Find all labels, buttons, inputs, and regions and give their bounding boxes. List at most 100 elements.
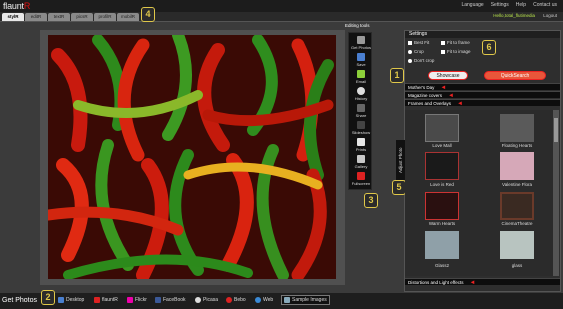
share-icon xyxy=(357,104,365,112)
thumb-label: glass xyxy=(511,263,523,268)
thumb-label: Glass2 xyxy=(434,263,449,268)
tool-gallery[interactable]: Gallery xyxy=(351,155,371,169)
thumbnail-scrollbar[interactable] xyxy=(553,110,559,276)
arrow-left-icon: ◄ xyxy=(457,101,463,107)
thumb-glass[interactable] xyxy=(500,231,534,259)
tool-save[interactable]: Save xyxy=(351,53,371,67)
tool-prints[interactable]: Prints xyxy=(351,138,371,152)
callout-badge-2: 2 xyxy=(41,290,55,305)
tab-textr[interactable]: textR xyxy=(48,13,70,21)
camera-icon xyxy=(357,36,365,44)
tabs-bar: stylR editR textR picsR profilR mobilR xyxy=(0,12,563,22)
scroll-thumb[interactable] xyxy=(554,118,558,142)
showcase-button[interactable]: Showcase xyxy=(428,71,468,80)
source-sample-images[interactable]: Sample Images xyxy=(281,295,330,305)
thumb-cinematheatre[interactable] xyxy=(500,192,534,220)
slideshow-icon xyxy=(357,121,365,129)
checkbox-icon xyxy=(441,40,445,45)
email-icon xyxy=(357,70,365,78)
source-bebo[interactable]: Bebo xyxy=(226,297,246,303)
tool-fullscreen[interactable]: Fullscreen xyxy=(351,172,371,186)
callout-badge-6: 6 xyxy=(482,40,496,55)
save-icon xyxy=(357,53,365,61)
thumb-label: Love Mall xyxy=(432,143,452,148)
history-icon xyxy=(357,87,365,95)
desktop-icon xyxy=(58,297,64,303)
source-web[interactable]: Web xyxy=(255,297,273,303)
thumb-label: Valentine Flora xyxy=(502,182,532,187)
radio-icon xyxy=(408,49,412,54)
flauntr-logo[interactable]: flauntR xyxy=(3,1,30,11)
tab-stylr[interactable]: stylR xyxy=(2,13,24,21)
flauntr-app: { "app": {"logo_text": "flaunt", "logo_a… xyxy=(0,0,563,309)
chili-image xyxy=(48,35,336,279)
menu-language[interactable]: Language xyxy=(461,2,483,8)
quicksearch-button[interactable]: QuickSearch xyxy=(484,71,546,80)
menu-settings[interactable]: Settings xyxy=(491,2,509,8)
tool-strip: Get Photos Save Email History Share Slid… xyxy=(348,32,372,190)
logout-link[interactable]: Logout xyxy=(543,13,557,18)
category-mothers-day[interactable]: Mother's Day ◄ xyxy=(405,83,560,91)
option-dont-crop[interactable]: Don't crop xyxy=(408,58,434,63)
option-fit-to-image[interactable]: Fit to image xyxy=(441,49,471,54)
settings-header[interactable]: Settings xyxy=(405,31,560,38)
bebo-icon xyxy=(226,297,232,303)
tool-history[interactable]: History xyxy=(351,87,371,101)
callout-badge-5: 5 xyxy=(392,180,406,195)
gallery-icon xyxy=(357,155,365,163)
tool-slideshow[interactable]: Slideshow xyxy=(351,121,371,135)
tool-share[interactable]: Share xyxy=(351,104,371,118)
thumb-love-is-red[interactable] xyxy=(425,152,459,180)
callout-badge-1: 1 xyxy=(390,68,404,83)
thumb-warm-hearts[interactable] xyxy=(425,192,459,220)
flickr-icon xyxy=(127,297,133,303)
chili-photo[interactable] xyxy=(48,35,336,279)
prints-icon xyxy=(357,138,365,146)
source-facebook[interactable]: FaceBook xyxy=(155,297,186,303)
arrow-left-icon: ◄ xyxy=(469,280,476,286)
tab-editr[interactable]: editR xyxy=(25,13,47,21)
source-flickr[interactable]: Flickr xyxy=(127,297,147,303)
source-flauntr[interactable]: flauntR xyxy=(94,297,118,303)
thumb-label: Love is Red xyxy=(430,182,454,187)
tool-get-photos[interactable]: Get Photos xyxy=(351,36,371,50)
thumb-glass2[interactable] xyxy=(425,231,459,259)
category-distortions[interactable]: Distortions and Light effects ◄ xyxy=(405,278,560,286)
picasa-icon xyxy=(195,297,201,303)
callout-badge-3: 3 xyxy=(364,193,378,208)
editing-tools-title: Editing tools xyxy=(345,23,370,28)
source-picasa[interactable]: Picasa xyxy=(195,297,218,303)
fullscreen-icon xyxy=(357,172,365,180)
top-menu: Language Settings Help Contact us xyxy=(461,2,557,8)
menu-help[interactable]: Help xyxy=(516,2,526,8)
checkbox-icon xyxy=(408,40,412,45)
tool-email[interactable]: Email xyxy=(351,70,371,84)
settings-title: Settings xyxy=(409,31,428,37)
source-desktop[interactable]: Desktop xyxy=(58,297,84,303)
globe-icon xyxy=(255,297,261,303)
images-icon xyxy=(284,297,290,303)
hello-user: Hello,total_flutimedia xyxy=(493,13,535,18)
checkbox-icon xyxy=(441,49,445,54)
category-frames-overlays[interactable]: Frames and Overlays ◄ xyxy=(405,99,560,107)
category-magazine-covers[interactable]: Magazine covers ◄ xyxy=(405,91,560,99)
adjust-photo-tab[interactable]: Adjust Photo xyxy=(396,140,405,180)
tab-profilr[interactable]: profilR xyxy=(94,13,116,21)
flauntr-icon xyxy=(94,297,100,303)
get-photos-label[interactable]: Get Photos xyxy=(2,297,37,304)
thumb-label: Floating Hearts xyxy=(501,143,533,148)
callout-badge-4: 4 xyxy=(141,7,155,22)
option-best-fit[interactable]: Best Fit xyxy=(408,40,429,45)
thumb-label: Warm Hearts xyxy=(428,221,456,226)
option-fit-to-frame[interactable]: Fit to frame xyxy=(441,40,470,45)
tab-picsr[interactable]: picsR xyxy=(71,13,93,21)
thumb-floating-hearts[interactable] xyxy=(500,114,534,142)
facebook-icon xyxy=(155,297,161,303)
radio-icon xyxy=(408,58,412,63)
thumb-love-mall[interactable] xyxy=(425,114,459,142)
tab-mobilr[interactable]: mobilR xyxy=(117,13,139,21)
menu-contact[interactable]: Contact us xyxy=(533,2,557,8)
thumb-label: CinemaTheatre xyxy=(501,221,533,226)
option-crop[interactable]: Crop xyxy=(408,49,424,54)
thumb-valentine-flora[interactable] xyxy=(500,152,534,180)
